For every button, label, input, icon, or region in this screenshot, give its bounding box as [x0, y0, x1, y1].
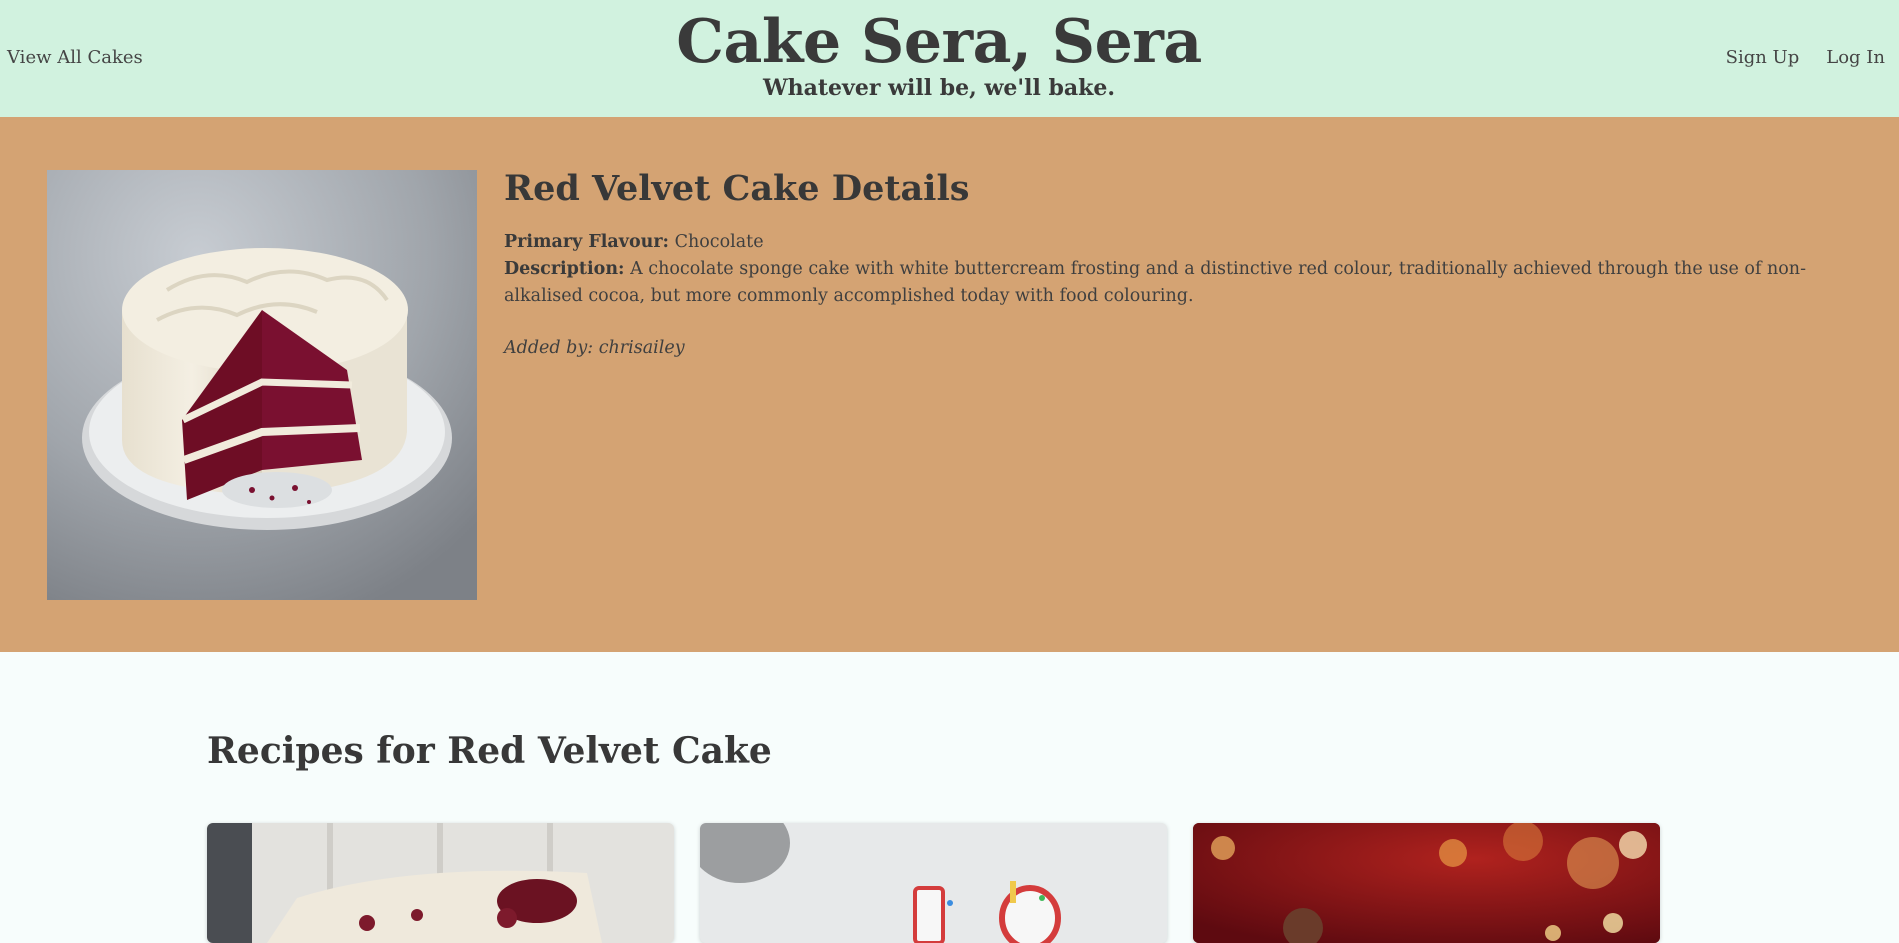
cake-photo [47, 170, 477, 600]
site-tagline: Whatever will be, we'll bake. [762, 75, 1116, 101]
recipe-card[interactable] [700, 823, 1167, 943]
red-velvet-cake-icon [47, 170, 477, 600]
red-velvet-slice-photo-icon [207, 823, 674, 943]
log-in-link[interactable]: Log In [1826, 47, 1885, 68]
sign-up-link[interactable]: Sign Up [1726, 47, 1800, 68]
account-nav: Sign Up Log In [1726, 47, 1885, 68]
primary-flavour-row: Primary Flavour: Chocolate [504, 229, 1844, 256]
added-by-text: Added by: chrisailey [504, 338, 685, 358]
description-label: Description: [504, 259, 625, 279]
birthday-candles-photo-icon [700, 823, 1167, 943]
cake-detail-heading: Red Velvet Cake Details [504, 168, 970, 209]
site-title[interactable]: Cake Sera, Sera [0, 6, 1878, 78]
site-header: View All Cakes Cake Sera, Sera Whatever … [0, 0, 1899, 117]
primary-flavour-value: Chocolate [674, 232, 764, 252]
cake-info: Red Velvet Cake Details Primary Flavour:… [504, 167, 1844, 362]
cake-detail-section: Red Velvet Cake Details Primary Flavour:… [0, 117, 1899, 652]
primary-flavour-label: Primary Flavour: [504, 232, 670, 252]
recipe-card[interactable] [1193, 823, 1660, 943]
description-value: A chocolate sponge cake with white butte… [504, 259, 1806, 306]
recipes-heading: Recipes for Red Velvet Cake [207, 730, 772, 772]
recipe-card[interactable] [207, 823, 674, 943]
festive-bokeh-photo-icon [1193, 823, 1660, 943]
description-row: Description: A chocolate sponge cake wit… [504, 256, 1844, 310]
brand: Cake Sera, Sera Whatever will be, we'll … [0, 0, 1878, 102]
